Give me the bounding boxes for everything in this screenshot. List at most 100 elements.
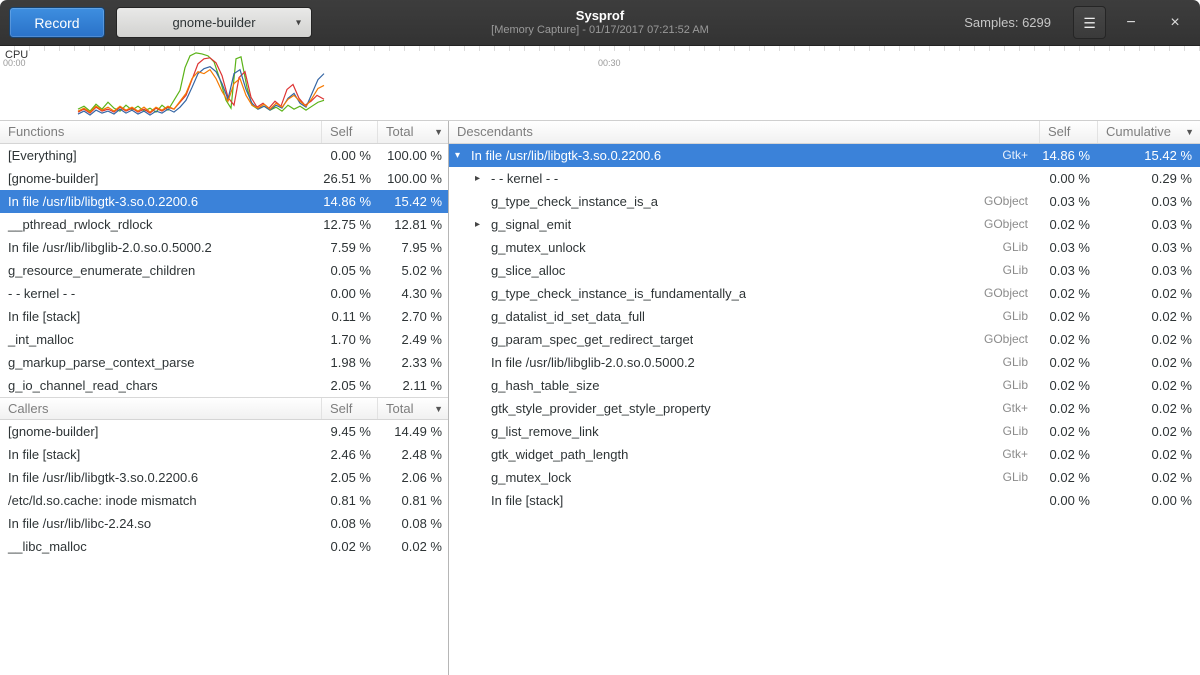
expander-icon[interactable]: [475, 374, 491, 397]
caller-row[interactable]: [gnome-builder] 9.45 % 14.49 %: [0, 420, 448, 443]
expander-icon[interactable]: [475, 259, 491, 282]
descendant-row[interactable]: ▸ g_signal_emit GObject 0.02 % 0.03 %: [449, 213, 1200, 236]
function-row[interactable]: - - kernel - - 0.00 % 4.30 %: [0, 282, 448, 305]
caller-self-percent: 0.02 %: [322, 535, 378, 558]
descendant-row[interactable]: g_type_check_instance_is_fundamentally_a…: [449, 282, 1200, 305]
library-badge: Gtk+: [1002, 397, 1040, 420]
function-row[interactable]: In file /usr/lib/libgtk-3.so.0.2200.6 14…: [0, 190, 448, 213]
descendant-self-percent: 0.02 %: [1040, 374, 1098, 397]
function-row[interactable]: [Everything] 0.00 % 100.00 %: [0, 144, 448, 167]
descendant-cumulative-percent: 0.02 %: [1098, 305, 1200, 328]
callers-column-header[interactable]: Callers: [0, 398, 322, 419]
descendant-row[interactable]: g_datalist_id_set_data_full GLib 0.02 % …: [449, 305, 1200, 328]
function-row[interactable]: In file /usr/lib/libglib-2.0.so.0.5000.2…: [0, 236, 448, 259]
function-row[interactable]: [gnome-builder] 26.51 % 100.00 %: [0, 167, 448, 190]
function-name: In file /usr/lib/libglib-2.0.so.0.5000.2: [0, 236, 322, 259]
cpu-graph-area[interactable]: CPU 00:00 00:30: [0, 46, 1200, 121]
descendant-row[interactable]: gtk_style_provider_get_style_property Gt…: [449, 397, 1200, 420]
caller-row[interactable]: In file /usr/lib/libc-2.24.so 0.08 % 0.0…: [0, 512, 448, 535]
descendant-row[interactable]: In file /usr/lib/libglib-2.0.so.0.5000.2…: [449, 351, 1200, 374]
callers-table: [gnome-builder] 9.45 % 14.49 % In file […: [0, 420, 448, 558]
descendant-name: In file /usr/lib/libglib-2.0.so.0.5000.2: [491, 351, 695, 374]
function-self-percent: 7.59 %: [322, 236, 378, 259]
descendants-self-column-header[interactable]: Self: [1040, 121, 1098, 143]
functions-column-header[interactable]: Functions: [0, 121, 322, 143]
descendant-row[interactable]: g_slice_alloc GLib 0.03 % 0.03 %: [449, 259, 1200, 282]
function-self-percent: 0.11 %: [322, 305, 378, 328]
descendant-name: g_param_spec_get_redirect_target: [491, 328, 693, 351]
title-box: Sysprof [Memory Capture] - 01/17/2017 07…: [491, 8, 709, 38]
caller-row[interactable]: In file /usr/lib/libgtk-3.so.0.2200.6 2.…: [0, 466, 448, 489]
descendant-row[interactable]: g_param_spec_get_redirect_target GObject…: [449, 328, 1200, 351]
right-panel: Descendants Self Cumulative ▼ ▾ In file …: [449, 121, 1200, 675]
expander-icon[interactable]: [475, 466, 491, 489]
window-subtitle: [Memory Capture] - 01/17/2017 07:21:52 A…: [491, 24, 709, 38]
descendant-cumulative-percent: 0.29 %: [1098, 167, 1200, 190]
caller-name: __libc_malloc: [0, 535, 322, 558]
menu-button[interactable]: ☰: [1073, 6, 1106, 39]
minimize-button[interactable]: −: [1114, 6, 1148, 39]
caller-total-percent: 14.49 %: [378, 420, 448, 443]
expander-icon[interactable]: ▾: [455, 144, 471, 167]
callers-self-column-header[interactable]: Self: [322, 398, 378, 419]
function-name: In file /usr/lib/libgtk-3.so.0.2200.6: [0, 190, 322, 213]
caller-row[interactable]: /etc/ld.so.cache: inode mismatch 0.81 % …: [0, 489, 448, 512]
descendant-row[interactable]: g_hash_table_size GLib 0.02 % 0.02 %: [449, 374, 1200, 397]
descendant-self-percent: 0.02 %: [1040, 443, 1098, 466]
descendant-self-percent: 0.02 %: [1040, 351, 1098, 374]
callers-total-column-header[interactable]: Total ▼: [378, 398, 448, 419]
descendant-row[interactable]: ▸ - - kernel - - 0.00 % 0.29 %: [449, 167, 1200, 190]
descendant-name: g_hash_table_size: [491, 374, 599, 397]
descendants-table: ▾ In file /usr/lib/libgtk-3.so.0.2200.6 …: [449, 144, 1200, 512]
expander-icon[interactable]: ▸: [475, 167, 491, 190]
descendants-cumulative-column-header[interactable]: Cumulative ▼: [1098, 121, 1200, 143]
caller-row[interactable]: __libc_malloc 0.02 % 0.02 %: [0, 535, 448, 558]
functions-total-column-header[interactable]: Total ▼: [378, 121, 448, 143]
descendant-row[interactable]: ▾ In file /usr/lib/libgtk-3.so.0.2200.6 …: [449, 144, 1200, 167]
function-row[interactable]: In file [stack] 0.11 % 2.70 %: [0, 305, 448, 328]
descendant-row[interactable]: gtk_widget_path_length Gtk+ 0.02 % 0.02 …: [449, 443, 1200, 466]
descendant-row[interactable]: g_type_check_instance_is_a GObject 0.03 …: [449, 190, 1200, 213]
caller-row[interactable]: In file [stack] 2.46 % 2.48 %: [0, 443, 448, 466]
descendant-row[interactable]: In file [stack] 0.00 % 0.00 %: [449, 489, 1200, 512]
expander-icon[interactable]: [475, 443, 491, 466]
cpu-red-line: [78, 58, 324, 113]
descendant-row[interactable]: g_mutex_unlock GLib 0.03 % 0.03 %: [449, 236, 1200, 259]
library-badge: GLib: [1003, 420, 1040, 443]
close-button[interactable]: ×: [1158, 6, 1192, 39]
functions-self-column-header[interactable]: Self: [322, 121, 378, 143]
function-row[interactable]: g_resource_enumerate_children 0.05 % 5.0…: [0, 259, 448, 282]
function-self-percent: 26.51 %: [322, 167, 378, 190]
window-title: Sysprof: [491, 8, 709, 24]
expander-icon[interactable]: [475, 236, 491, 259]
expander-icon[interactable]: [475, 305, 491, 328]
record-button[interactable]: Record: [9, 7, 105, 38]
descendant-name: g_type_check_instance_is_fundamentally_a: [491, 282, 746, 305]
function-row[interactable]: g_io_channel_read_chars 2.05 % 2.11 %: [0, 374, 448, 397]
expander-icon[interactable]: [475, 328, 491, 351]
expander-icon[interactable]: ▸: [475, 213, 491, 236]
expander-icon[interactable]: [475, 282, 491, 305]
function-row[interactable]: _int_malloc 1.70 % 2.49 %: [0, 328, 448, 351]
function-row[interactable]: __pthread_rwlock_rdlock 12.75 % 12.81 %: [0, 213, 448, 236]
function-row[interactable]: g_markup_parse_context_parse 1.98 % 2.33…: [0, 351, 448, 374]
descendant-name: g_mutex_unlock: [491, 236, 586, 259]
expander-icon[interactable]: [475, 351, 491, 374]
expander-icon[interactable]: [475, 190, 491, 213]
caller-total-percent: 2.06 %: [378, 466, 448, 489]
descendants-column-header[interactable]: Descendants: [449, 121, 1040, 143]
descendant-self-percent: 0.00 %: [1040, 489, 1098, 512]
library-badge: Gtk+: [1002, 443, 1040, 466]
expander-icon[interactable]: [475, 397, 491, 420]
descendant-self-percent: 0.02 %: [1040, 213, 1098, 236]
descendant-row[interactable]: g_list_remove_link GLib 0.02 % 0.02 %: [449, 420, 1200, 443]
descendant-self-percent: 0.02 %: [1040, 305, 1098, 328]
headerbar-right-group: Samples: 6299 ☰ − ×: [964, 6, 1194, 39]
function-total-percent: 2.11 %: [378, 374, 448, 397]
caller-total-percent: 0.02 %: [378, 535, 448, 558]
sysprof-window: Record gnome-builder ▾ Sysprof [Memory C…: [0, 0, 1200, 675]
process-selector-dropdown[interactable]: gnome-builder ▾: [116, 7, 312, 38]
expander-icon[interactable]: [475, 420, 491, 443]
expander-icon[interactable]: [475, 489, 491, 512]
descendant-row[interactable]: g_mutex_lock GLib 0.02 % 0.02 %: [449, 466, 1200, 489]
